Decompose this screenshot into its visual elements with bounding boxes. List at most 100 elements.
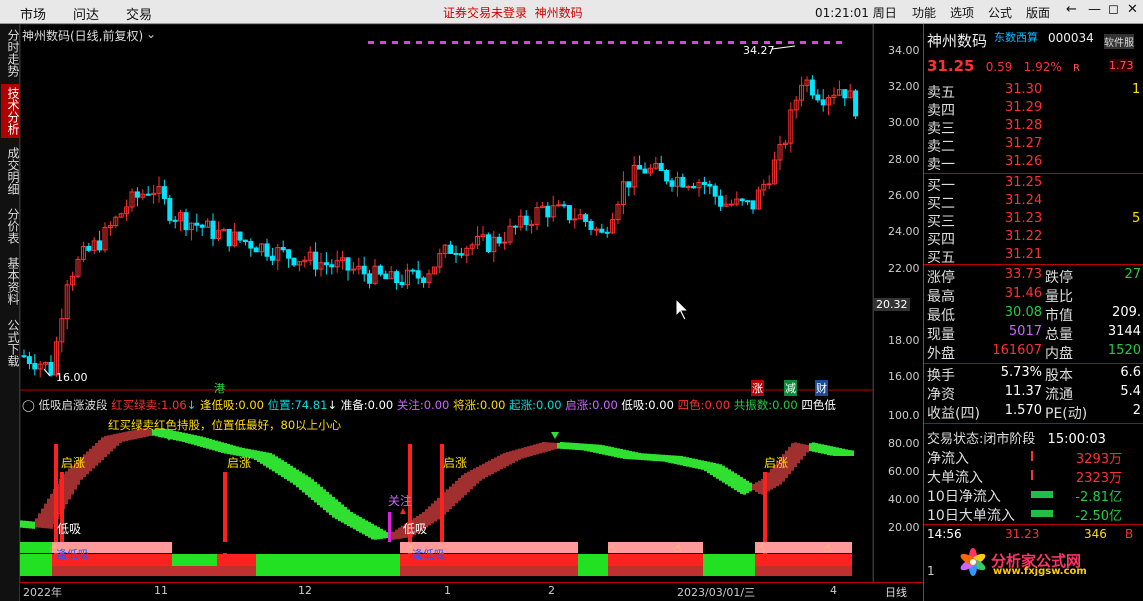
signal-dot xyxy=(416,41,422,44)
ribbon-segment xyxy=(383,530,386,539)
ribbon-segment xyxy=(701,460,704,470)
signal-dot xyxy=(464,41,470,44)
ribbon-segment xyxy=(29,521,32,529)
ribbon-segment xyxy=(452,483,455,507)
ribbon-segment xyxy=(671,455,674,464)
book-divider xyxy=(924,423,1143,424)
candle-body xyxy=(329,264,335,268)
close-icon[interactable]: ✕ xyxy=(1127,2,1138,17)
tab-intraday[interactable]: 分时走势 xyxy=(1,26,20,80)
x-tick: 2 xyxy=(548,584,555,597)
candle-body xyxy=(291,257,297,266)
ribbon-segment xyxy=(605,445,608,456)
ribbon-segment xyxy=(380,528,383,539)
ribbon-segment xyxy=(554,442,557,450)
ribbon-segment xyxy=(494,457,497,473)
ribbon-segment xyxy=(746,480,749,493)
ribbon-segment xyxy=(488,460,491,476)
login-notice[interactable]: 证券交易未登录 神州数码 xyxy=(443,4,583,21)
restore-icon[interactable]: ◻ xyxy=(1108,2,1119,17)
back-arrow-icon[interactable]: ← xyxy=(1066,2,1077,17)
ribbon-segment xyxy=(704,461,707,472)
ribbon-segment xyxy=(794,442,797,468)
menu-function[interactable]: 功能 xyxy=(912,4,936,21)
ribbon-segment xyxy=(674,455,677,465)
tab-formula-download[interactable]: 公式下载 xyxy=(1,316,20,370)
state-block xyxy=(755,542,852,553)
top-menu-bar: 市场 问达 交易 证券交易未登录 神州数码 01:21:01 周日 功能 选项 … xyxy=(0,0,1143,24)
state-block xyxy=(20,566,52,576)
hand-pointer-icon: ☝ xyxy=(757,541,764,555)
ribbon-segment xyxy=(845,449,848,456)
chevron-down-icon[interactable]: ⌄ xyxy=(146,27,156,41)
x-tick: 4 xyxy=(830,584,837,597)
ribbon-segment xyxy=(284,462,287,479)
tick-row-2: 1 xyxy=(927,564,935,578)
ribbon-segment xyxy=(110,434,113,452)
signal-dot xyxy=(836,41,842,44)
ribbon-segment xyxy=(623,449,626,459)
ribbon-segment xyxy=(536,443,539,455)
ribbon-segment xyxy=(179,431,182,442)
ribbon-segment xyxy=(296,469,299,488)
ribbon-segment xyxy=(848,449,851,456)
ribbon-segment xyxy=(695,459,698,469)
menu-market[interactable]: 市场 xyxy=(20,4,46,23)
ribbon-segment xyxy=(86,451,89,475)
clock: 01:21:01 周日 xyxy=(815,6,897,20)
kline-chart-area[interactable]: ☝ ☝ ☝ ☝ ☝ ☝ 神州数码(日线,前复权) ⌄ 34.27 16.00 港 涨 减 … xyxy=(20,24,873,584)
ribbon-segment xyxy=(803,444,806,457)
state-block xyxy=(20,554,52,566)
ribbon-segment xyxy=(584,443,587,451)
state-block xyxy=(52,566,172,576)
tab-price-table[interactable]: 分价表 xyxy=(1,204,20,248)
flow-row: 大单流入 2323万 xyxy=(927,470,1122,486)
menu-formula[interactable]: 公式 xyxy=(988,4,1012,21)
concept-tag[interactable]: 东数西算 xyxy=(994,29,1038,45)
industry-tag[interactable]: 软件服 xyxy=(1104,34,1134,49)
state-block xyxy=(578,554,608,566)
candle-body xyxy=(669,180,675,187)
signal-dot xyxy=(368,41,374,44)
tab-technical[interactable]: 技术分析 xyxy=(1,84,20,138)
ribbon-segment xyxy=(221,442,224,453)
label-qizhang-3: 启涨 xyxy=(443,456,468,470)
candle-body xyxy=(383,273,389,280)
chart-title: 神州数码(日线,前复权) xyxy=(22,29,144,43)
bid-row: 买四 31.22 xyxy=(927,229,1043,248)
menu-trade[interactable]: 交易 xyxy=(126,4,152,23)
candle-body xyxy=(712,185,718,197)
tab-profile[interactable]: 基本资料 xyxy=(1,254,20,308)
ribbon-segment xyxy=(656,454,659,462)
flow-row: 10日大单流入 -2.50亿 xyxy=(927,508,1122,524)
ribbon-segment xyxy=(209,438,212,450)
period-label[interactable]: 日线 xyxy=(885,584,907,600)
signal-dot xyxy=(608,41,614,44)
candle-body xyxy=(545,205,551,218)
ribbon-segment xyxy=(737,475,740,493)
tab-trades[interactable]: 成交明细 xyxy=(1,144,20,198)
ribbon-segment xyxy=(665,454,668,463)
indicator-name[interactable]: 低吸启涨波段 xyxy=(39,398,108,412)
ribbon-segment xyxy=(749,482,752,492)
state-block xyxy=(172,566,217,576)
stat-row: 现量 5017 总量 3144 xyxy=(927,324,1141,343)
ribbon-segment xyxy=(851,450,854,456)
price-cursor-label: 20.32 xyxy=(874,298,910,311)
signal-dot xyxy=(692,41,698,44)
minimize-icon[interactable]: — xyxy=(1088,2,1101,17)
state-block xyxy=(703,542,755,553)
ind-y-tick: 40.00 xyxy=(888,493,920,506)
menu-layout[interactable]: 版面 xyxy=(1026,4,1050,21)
candle-body xyxy=(809,79,815,96)
candle-body xyxy=(394,271,400,284)
ind-y-tick: 20.00 xyxy=(888,521,920,534)
marker-cai: 财 xyxy=(815,380,828,396)
menu-options[interactable]: 选项 xyxy=(950,4,974,21)
menu-wenda[interactable]: 问达 xyxy=(73,4,99,23)
ribbon-segment xyxy=(629,450,632,460)
candle-body xyxy=(512,225,518,228)
indicator-collapse-icon[interactable]: ◯ xyxy=(22,398,35,412)
marker-gang: 港 xyxy=(214,382,225,395)
state-block xyxy=(256,542,400,553)
